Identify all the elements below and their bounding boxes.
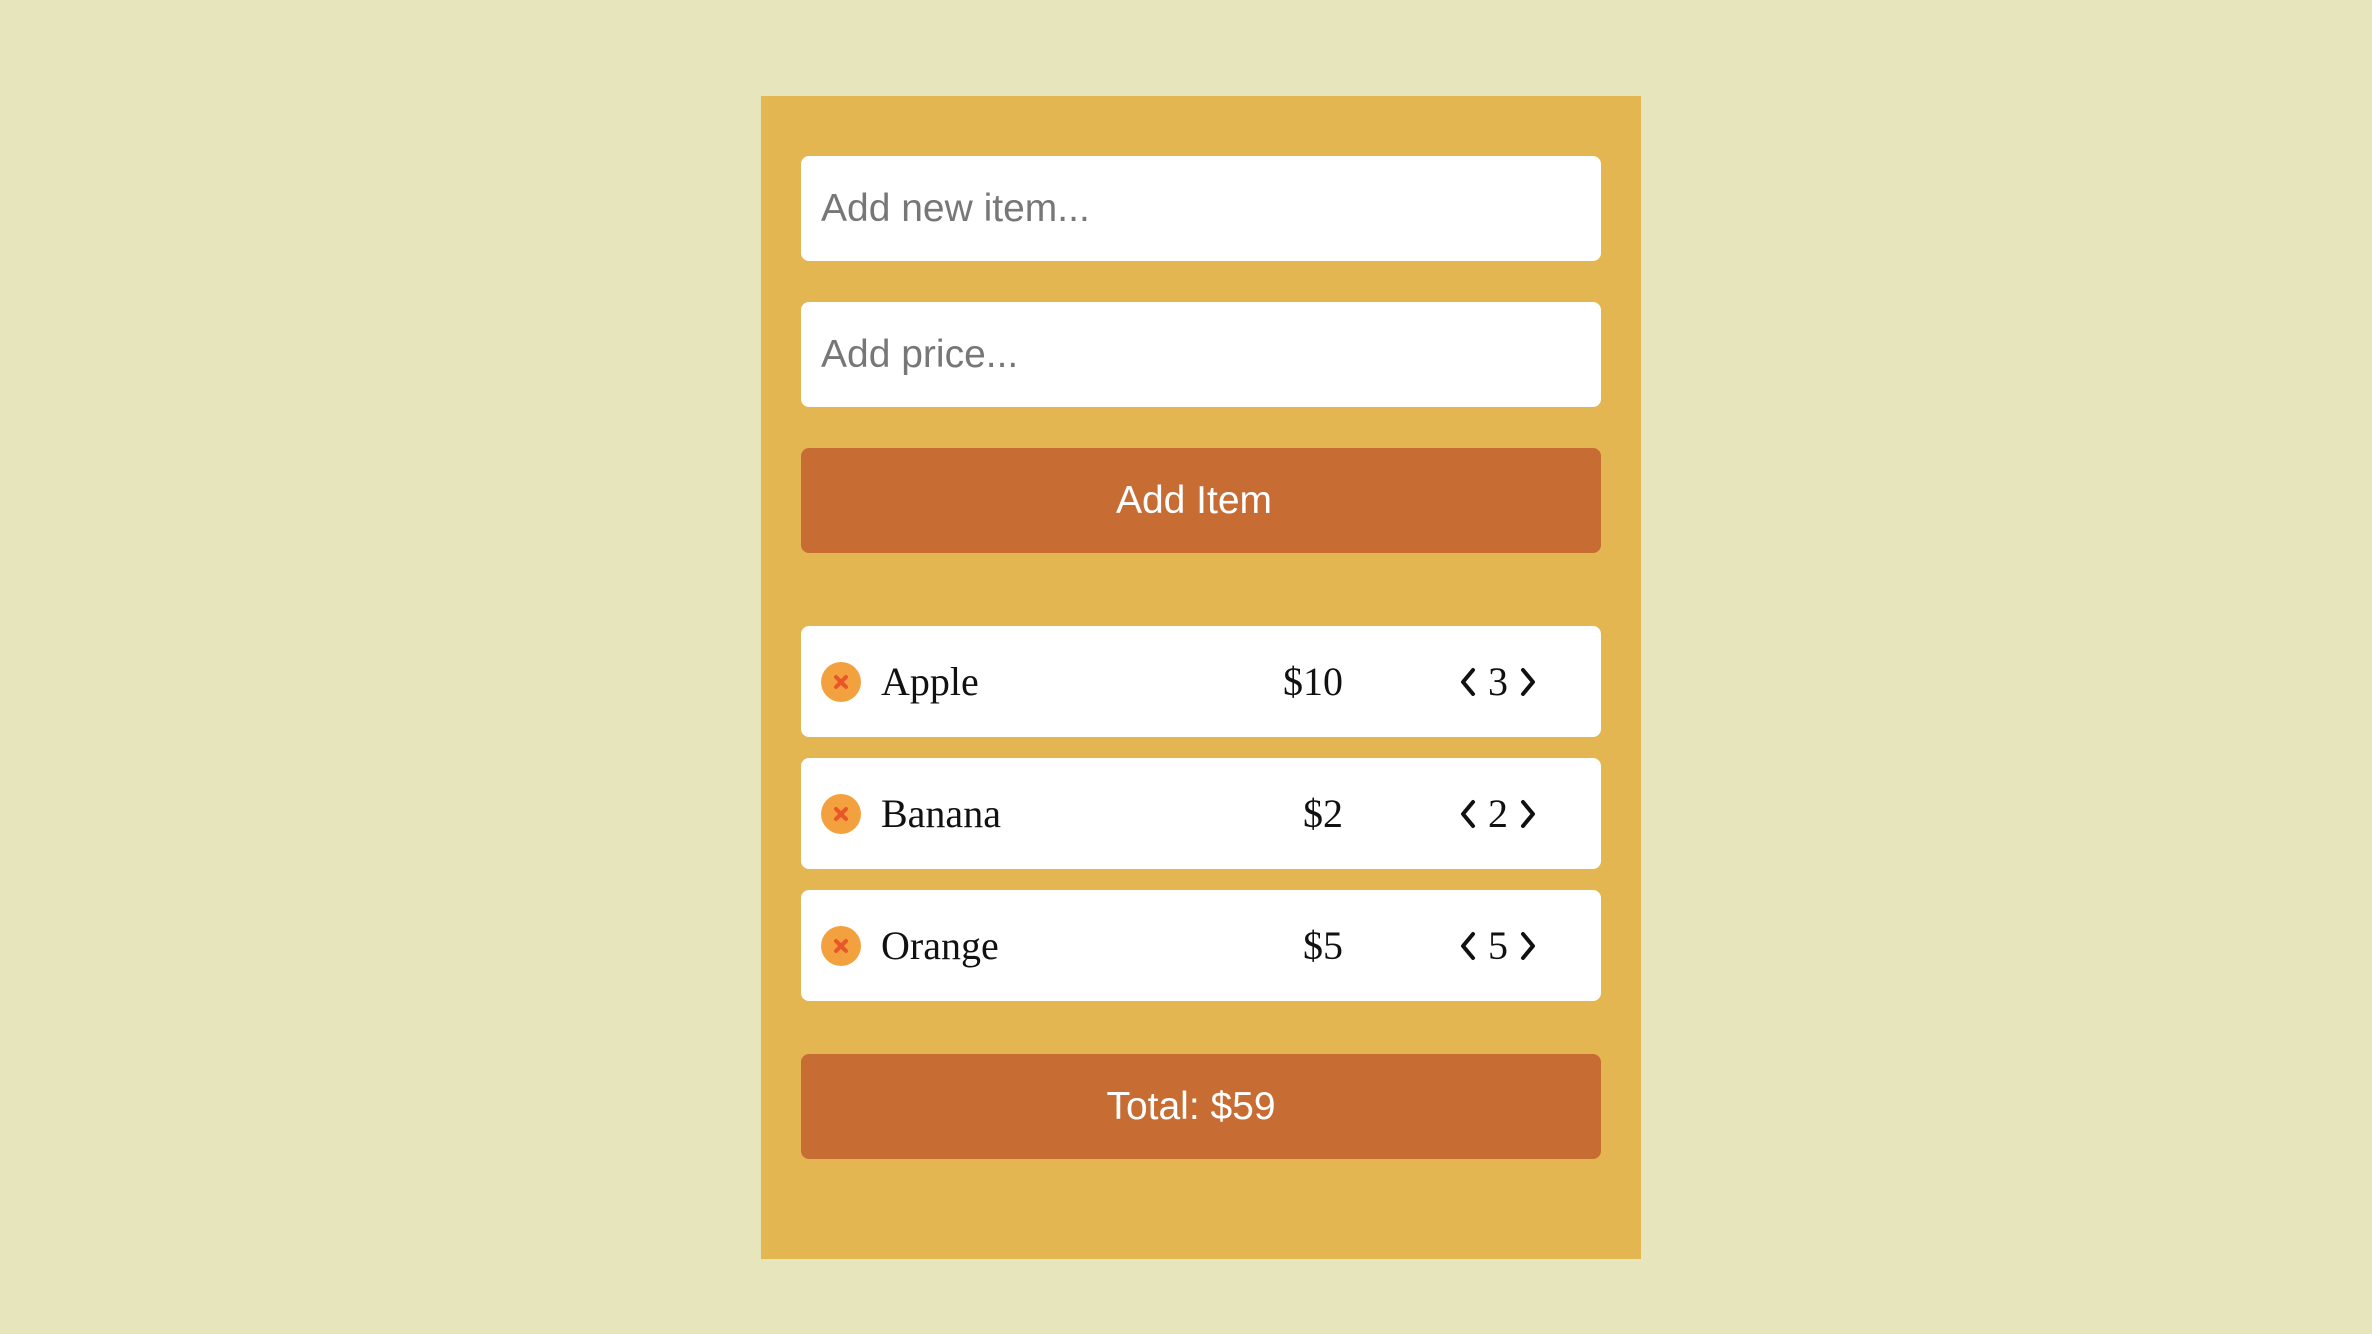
quantity-value: 2 bbox=[1488, 791, 1508, 836]
chevron-left-icon[interactable] bbox=[1452, 626, 1484, 737]
item-price: $2 bbox=[1303, 791, 1343, 836]
quantity-value: 5 bbox=[1488, 923, 1508, 968]
list-item: Apple $10 3 bbox=[801, 626, 1601, 737]
list-item: Orange $5 5 bbox=[801, 890, 1601, 1001]
item-price-input[interactable] bbox=[801, 302, 1601, 407]
chevron-right-icon[interactable] bbox=[1512, 626, 1544, 737]
total-display: Total: $59 bbox=[801, 1054, 1601, 1159]
list-item: Banana $2 2 bbox=[801, 758, 1601, 869]
remove-item-icon[interactable] bbox=[821, 794, 861, 834]
item-name: Apple bbox=[881, 659, 979, 704]
item-price: $5 bbox=[1303, 923, 1343, 968]
shopping-list-panel: Add Item Apple $10 3 Banana $2 bbox=[761, 96, 1641, 1259]
quantity-stepper: 3 bbox=[1452, 626, 1544, 737]
item-name-input[interactable] bbox=[801, 156, 1601, 261]
item-name: Banana bbox=[881, 791, 1001, 836]
chevron-right-icon[interactable] bbox=[1512, 758, 1544, 869]
chevron-left-icon[interactable] bbox=[1452, 758, 1484, 869]
remove-item-icon[interactable] bbox=[821, 662, 861, 702]
item-name: Orange bbox=[881, 923, 999, 968]
chevron-left-icon[interactable] bbox=[1452, 890, 1484, 1001]
chevron-right-icon[interactable] bbox=[1512, 890, 1544, 1001]
quantity-stepper: 2 bbox=[1452, 758, 1544, 869]
quantity-value: 3 bbox=[1488, 659, 1508, 704]
item-list: Apple $10 3 Banana $2 2 Orange $5 5 bbox=[801, 626, 1601, 1022]
item-price: $10 bbox=[1283, 659, 1343, 704]
remove-item-icon[interactable] bbox=[821, 926, 861, 966]
add-item-button[interactable]: Add Item bbox=[801, 448, 1601, 553]
quantity-stepper: 5 bbox=[1452, 890, 1544, 1001]
